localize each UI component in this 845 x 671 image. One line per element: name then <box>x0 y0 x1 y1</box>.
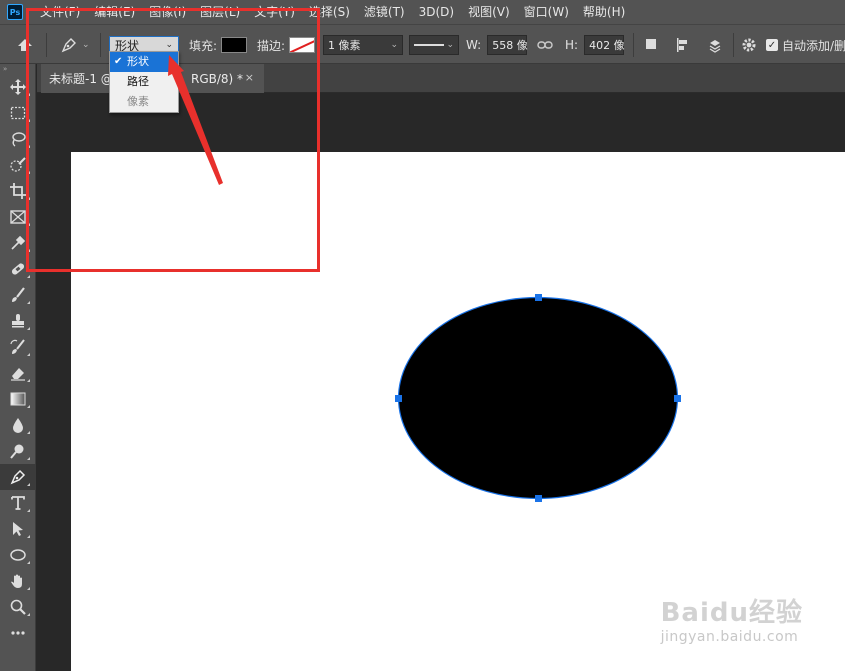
anchor-point-bottom[interactable] <box>535 495 542 502</box>
photoshop-logo-icon: Ps <box>7 4 23 20</box>
link-dimensions-button[interactable] <box>537 25 553 65</box>
gradient-icon <box>10 392 26 406</box>
tool-path-selection[interactable] <box>0 516 36 542</box>
checkmark-icon: ✓ <box>766 39 778 51</box>
settings-button[interactable] <box>741 25 757 65</box>
pen-icon <box>10 469 26 485</box>
path-operations-icon <box>646 39 656 49</box>
height-field[interactable]: 402 像 <box>584 35 625 55</box>
brush-icon <box>12 287 25 302</box>
width-label: W: <box>466 38 482 52</box>
auto-add-delete-label: 自动添加/删 <box>782 38 845 53</box>
move-icon <box>10 79 26 95</box>
tool-ellipse[interactable] <box>0 542 36 568</box>
tool-brush[interactable] <box>0 282 36 308</box>
anchor-point-right[interactable] <box>674 395 681 402</box>
history-brush-icon <box>10 339 25 354</box>
menu-help[interactable]: 帮助(H) <box>576 0 632 24</box>
height-value: 402 像 <box>589 39 625 52</box>
watermark-logo: Baidu经验 <box>660 598 803 628</box>
annotation-highlight-box <box>26 8 320 272</box>
link-icon <box>537 41 553 49</box>
auto-add-delete-checkbox[interactable]: ✓ 自动添加/删 <box>766 25 845 65</box>
stroke-width-field[interactable]: 1 像素 ⌄ <box>323 35 403 55</box>
chevron-down-icon: ⌄ <box>390 40 398 50</box>
menu-window[interactable]: 窗口(W) <box>517 0 576 24</box>
tool-blur[interactable] <box>0 412 36 438</box>
tool-hand[interactable] <box>0 568 36 594</box>
dodge-icon <box>10 444 24 459</box>
crop-icon <box>10 183 26 199</box>
path-arrangement-button[interactable] <box>706 25 724 65</box>
tool-pen[interactable] <box>0 464 36 490</box>
drop-icon <box>13 418 23 433</box>
arrange-icon <box>709 40 721 53</box>
gear-icon <box>742 38 756 52</box>
stroke-line-preview <box>414 44 444 46</box>
stamp-icon <box>12 314 24 328</box>
width-value: 558 像 <box>492 39 528 52</box>
tool-dodge[interactable] <box>0 438 36 464</box>
align-icon <box>677 38 687 52</box>
ellipse-icon <box>10 549 26 561</box>
chevron-down-icon: ⌄ <box>446 40 454 50</box>
tool-eraser[interactable] <box>0 360 36 386</box>
frame-icon <box>10 210 26 224</box>
stroke-type-select[interactable]: ⌄ <box>409 35 459 55</box>
bandage-icon <box>11 263 25 275</box>
anchor-point-left[interactable] <box>395 395 402 402</box>
tool-clone-stamp[interactable] <box>0 308 36 334</box>
zoom-icon <box>10 599 26 615</box>
anchor-point-top[interactable] <box>535 294 542 301</box>
cursor-icon <box>13 522 23 536</box>
lasso-icon <box>12 132 26 147</box>
watermark: Baidu经验 jingyan.baidu.com <box>661 592 803 645</box>
tool-more[interactable] <box>0 620 36 646</box>
width-field[interactable]: 558 像 <box>487 35 528 55</box>
menu-3d[interactable]: 3D(D) <box>412 0 461 24</box>
path-alignment-button[interactable] <box>675 25 691 65</box>
ellipse-shape[interactable] <box>397 296 679 500</box>
menu-view[interactable]: 视图(V) <box>461 0 517 24</box>
menu-filter[interactable]: 滤镜(T) <box>357 0 412 24</box>
height-label: H: <box>565 38 579 52</box>
eraser-icon <box>11 368 25 381</box>
more-icon <box>11 631 25 635</box>
tool-gradient[interactable] <box>0 386 36 412</box>
tool-history-brush[interactable] <box>0 334 36 360</box>
quick-selection-icon <box>10 157 26 172</box>
type-icon <box>11 496 25 510</box>
tool-type[interactable] <box>0 490 36 516</box>
stroke-width-value: 1 像素 <box>328 39 361 52</box>
marquee-icon <box>10 106 26 120</box>
path-operations-button[interactable] <box>644 25 660 65</box>
eyedropper-icon <box>11 235 26 250</box>
hand-icon <box>11 574 22 588</box>
watermark-url: jingyan.baidu.com <box>660 629 799 645</box>
tool-zoom[interactable] <box>0 594 36 620</box>
